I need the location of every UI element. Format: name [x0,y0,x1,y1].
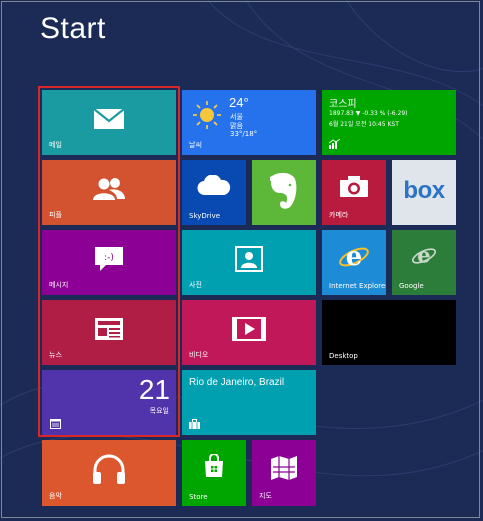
chart-trend-icon [329,139,340,149]
cloud-icon [197,175,231,196]
tile-evernote[interactable] [252,160,316,225]
weather-temperature: 24° [229,95,249,110]
tile-desktop[interactable]: Desktop [322,300,456,365]
tile-label: Desktop [329,352,358,360]
finance-index-line: 1897.83 ▼ -0.33 % (-6.29) [329,110,408,117]
tile-label: 메일 [49,141,62,149]
calendar-day-number: 21 [138,374,170,405]
tile-photos[interactable]: 사진 [182,230,316,295]
photo-icon [235,246,263,273]
finance-title: 코스피 [329,99,357,110]
tile-label: 카메라 [329,211,349,219]
tile-box[interactable]: box [392,160,456,225]
finance-date-line: 6월 21일 오전 10:45 KST [329,121,399,128]
box-logo: box [403,177,445,204]
tile-label: 피플 [49,211,62,219]
tile-weather[interactable]: 24° 서울 맑음 33°/18° 날씨 [182,90,316,155]
calendar-icon [50,419,61,429]
speech-bubble-icon: :-) [95,247,123,272]
tile-label: Store [189,493,208,501]
tile-mail[interactable]: 메일 [42,90,176,155]
tile-store[interactable]: Store [182,440,246,506]
tile-maps[interactable]: 지도 [252,440,316,506]
google-ie-icon: e [411,243,437,268]
tile-label: Google [399,282,424,290]
tile-camera[interactable]: 카메라 [322,160,386,225]
tile-finance[interactable]: 코스피 1897.83 ▼ -0.33 % (-6.29) 6월 21일 오전 … [322,90,456,155]
weather-range: 33°/18° [230,130,258,138]
tile-label: 뉴스 [49,351,62,359]
page-title: Start [40,12,106,45]
tile-label: 날씨 [189,141,202,149]
tile-label: 지도 [259,492,272,500]
sun-icon [193,101,221,129]
tile-news[interactable]: 뉴스 [42,300,176,365]
tile-travel[interactable]: Rio de Janeiro, Brazil [182,370,316,435]
tile-label: 메시지 [49,281,69,289]
shopping-bag-icon [205,454,223,478]
tile-calendar[interactable]: 21 목요일 [42,370,176,435]
tile-music[interactable]: 음악 [42,440,176,506]
tile-messaging[interactable]: :-) 메시지 [42,230,176,295]
tile-skydrive[interactable]: SkyDrive [182,160,246,225]
headphones-icon [93,454,125,484]
tile-people[interactable]: 피플 [42,160,176,225]
tile-internet-explorer[interactable]: e Internet Explorer [322,230,386,295]
people-icon [93,178,125,201]
svg-text:e: e [346,242,363,272]
map-icon [271,455,297,480]
envelope-icon [93,108,125,130]
tile-label: SkyDrive [189,212,221,220]
tile-label: Internet Explorer [329,282,386,290]
svg-text::-): :-) [104,253,114,263]
tile-google[interactable]: e Google [392,230,456,295]
camera-icon [340,176,368,198]
tile-label: 비디오 [189,351,209,359]
tile-video[interactable]: 비디오 [182,300,316,365]
suitcase-icon [189,419,200,429]
internet-explorer-icon: e [339,242,369,272]
evernote-elephant-icon [270,173,297,209]
tile-label: 음악 [49,492,62,500]
travel-title: Rio de Janeiro, Brazil [189,377,285,388]
svg-text:e: e [417,243,430,268]
calendar-weekday: 목요일 [149,407,169,415]
tile-label: 사진 [189,281,202,289]
video-play-icon [232,317,266,342]
newspaper-icon [95,318,123,341]
